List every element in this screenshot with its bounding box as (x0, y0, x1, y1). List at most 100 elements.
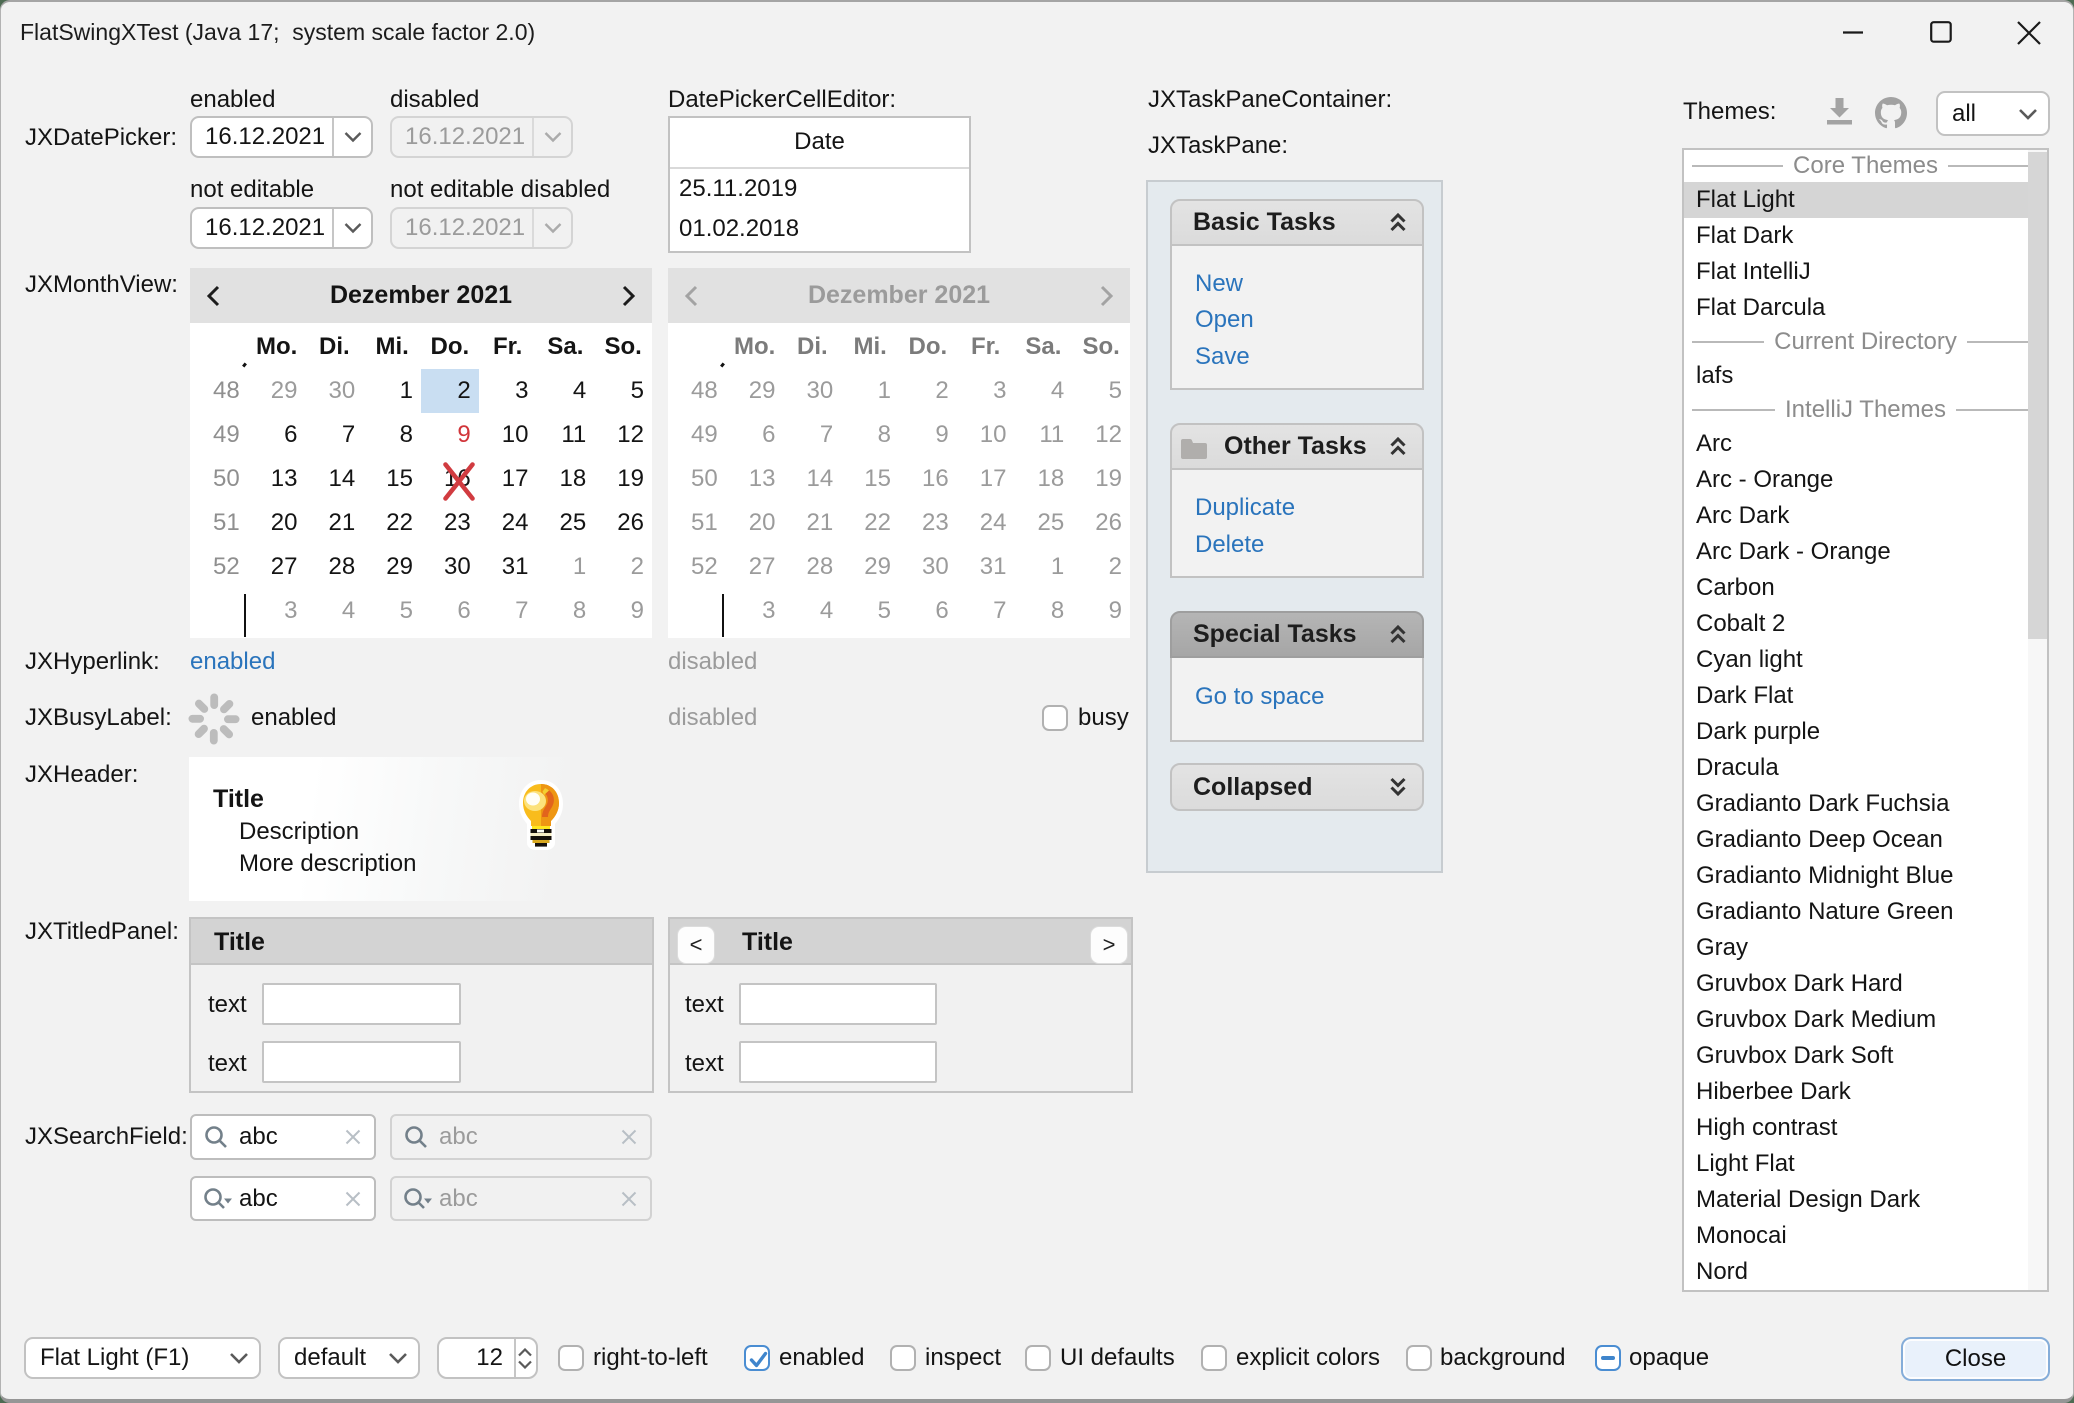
taskpane-header[interactable]: Special Tasks (1170, 611, 1424, 658)
theme-item-arc-dark---orange[interactable]: Arc Dark - Orange (1684, 534, 2047, 570)
minimize-button[interactable] (1842, 22, 1864, 44)
theme-item-light-flat[interactable]: Light Flat (1684, 1146, 2047, 1182)
checkbox-label-inspect[interactable]: inspect (925, 1343, 1001, 1373)
day-cell[interactable]: 7 (479, 589, 537, 633)
day-cell[interactable]: 16 (421, 457, 479, 501)
monthview-grid[interactable]: 4829301234549678910111250131415161718195… (190, 369, 652, 633)
day-cell[interactable]: 14 (306, 457, 364, 501)
chevron-down-icon[interactable] (344, 132, 362, 143)
taskpane-link-open[interactable]: Open (1195, 305, 1254, 335)
theme-item-flat-darcula[interactable]: Flat Darcula (1684, 290, 2047, 326)
day-cell[interactable]: 21 (306, 501, 364, 545)
taskpane-link-new[interactable]: New (1195, 269, 1243, 299)
day-cell[interactable]: 1 (363, 369, 421, 413)
checkbox-label-explicit-colors[interactable]: explicit colors (1236, 1343, 1380, 1373)
maximize-button[interactable] (1930, 21, 1952, 43)
themes-list[interactable]: Core ThemesFlat LightFlat DarkFlat Intel… (1682, 148, 2049, 1292)
day-cell[interactable]: 29 (363, 545, 421, 589)
theme-item-dracula[interactable]: Dracula (1684, 750, 2047, 786)
day-cell[interactable]: 15 (363, 457, 421, 501)
taskpane-header[interactable]: Basic Tasks (1170, 199, 1424, 246)
themes-filter-combo[interactable]: all (1936, 91, 2050, 136)
theme-item-flat-light[interactable]: Flat Light (1684, 182, 2047, 218)
chevron-right-icon[interactable] (622, 285, 636, 307)
clear-icon[interactable] (345, 1191, 361, 1207)
font-combo[interactable]: default (278, 1337, 420, 1379)
day-cell[interactable]: 5 (363, 589, 421, 633)
search-menu-icon[interactable] (203, 1186, 233, 1212)
taskpane-link-go-to-space[interactable]: Go to space (1195, 682, 1324, 712)
prev-button[interactable]: < (678, 927, 714, 963)
theme-item-gradianto-deep-ocean[interactable]: Gradianto Deep Ocean (1684, 822, 2047, 858)
searchfield-menu-enabled[interactable]: abc (190, 1176, 376, 1221)
theme-item-gruvbox-dark-hard[interactable]: Gruvbox Dark Hard (1684, 966, 2047, 1002)
checkbox-label-background[interactable]: background (1440, 1343, 1565, 1373)
day-cell[interactable]: 6 (248, 413, 306, 457)
day-cell[interactable]: 22 (363, 501, 421, 545)
day-cell[interactable]: 1 (537, 545, 595, 589)
day-cell[interactable]: 6 (421, 589, 479, 633)
day-cell[interactable]: 5 (594, 369, 652, 413)
day-cell[interactable]: 8 (363, 413, 421, 457)
day-cell[interactable]: 23 (421, 501, 479, 545)
searchfield-enabled[interactable]: abc (190, 1114, 376, 1160)
clear-icon[interactable] (345, 1129, 361, 1145)
datepicker-noteditable[interactable]: 16.12.2021 (190, 207, 373, 249)
table-row[interactable]: 25.11.2019 (679, 169, 797, 209)
day-cell[interactable]: 2 (421, 369, 479, 413)
busy-checkbox-label[interactable]: busy (1078, 703, 1129, 733)
github-icon[interactable] (1875, 97, 1907, 129)
day-cell[interactable]: 4 (306, 589, 364, 633)
datepicker-cell-editor-table[interactable]: Date 25.11.2019 01.02.2018 (668, 116, 971, 253)
theme-item-gruvbox-dark-medium[interactable]: Gruvbox Dark Medium (1684, 1002, 2047, 1038)
text-input[interactable] (262, 983, 461, 1025)
busy-checkbox[interactable] (1042, 705, 1068, 731)
theme-item-monocai[interactable]: Monocai (1684, 1218, 2047, 1254)
day-cell[interactable]: 29 (248, 369, 306, 413)
download-icon[interactable] (1826, 98, 1853, 126)
theme-item-material-design-dark[interactable]: Material Design Dark (1684, 1182, 2047, 1218)
checkbox-label-right-to-left[interactable]: right-to-left (593, 1343, 708, 1373)
day-cell[interactable]: 28 (306, 545, 364, 589)
theme-item-cyan-light[interactable]: Cyan light (1684, 642, 2047, 678)
themes-scrollbar[interactable] (2028, 150, 2047, 1290)
spinner-down-icon[interactable] (517, 1360, 533, 1369)
day-cell[interactable]: 3 (479, 369, 537, 413)
checkbox-label-opaque[interactable]: opaque (1629, 1343, 1709, 1373)
checkbox-right-to-left[interactable] (558, 1345, 584, 1371)
theme-item-hiberbee-dark[interactable]: Hiberbee Dark (1684, 1074, 2047, 1110)
taskpane-link-save[interactable]: Save (1195, 342, 1250, 372)
taskpane-header[interactable]: Collapsed (1170, 763, 1424, 811)
close-button[interactable] (2016, 20, 2042, 46)
next-button[interactable]: > (1091, 927, 1127, 963)
theme-item-arc---orange[interactable]: Arc - Orange (1684, 462, 2047, 498)
theme-item-arc[interactable]: Arc (1684, 426, 2047, 462)
searchfield-value[interactable]: abc (239, 1185, 278, 1213)
monthview-enabled[interactable]: Dezember 2021 Mo.Di.Mi.Do.Fr.Sa.So. 4829… (190, 268, 652, 638)
scrollbar-thumb[interactable] (2028, 152, 2047, 639)
collapse-icon[interactable] (1390, 625, 1406, 645)
theme-item-lafs[interactable]: lafs (1684, 358, 2047, 394)
theme-item-dark-flat[interactable]: Dark Flat (1684, 678, 2047, 714)
theme-item-dark-purple[interactable]: Dark purple (1684, 714, 2047, 750)
theme-item-arc-dark[interactable]: Arc Dark (1684, 498, 2047, 534)
expand-icon[interactable] (1390, 777, 1406, 797)
day-cell[interactable]: 25 (537, 501, 595, 545)
day-cell[interactable]: 26 (594, 501, 652, 545)
day-cell[interactable]: 18 (537, 457, 595, 501)
text-input[interactable] (262, 1041, 461, 1083)
checkbox-inspect[interactable] (890, 1345, 916, 1371)
table-row[interactable]: 01.02.2018 (679, 209, 799, 249)
theme-item-gruvbox-dark-soft[interactable]: Gruvbox Dark Soft (1684, 1038, 2047, 1074)
chevron-down-icon[interactable] (344, 223, 362, 234)
day-cell[interactable]: 11 (537, 413, 595, 457)
collapse-icon[interactable] (1390, 437, 1406, 457)
day-cell[interactable]: 20 (248, 501, 306, 545)
close-dialog-button[interactable]: Close (1901, 1337, 2050, 1381)
text-input[interactable] (739, 1041, 937, 1083)
checkbox-opaque[interactable] (1595, 1345, 1621, 1371)
checkbox-explicit-colors[interactable] (1201, 1345, 1227, 1371)
laf-combo[interactable]: Flat Light (F1) (24, 1337, 261, 1379)
day-cell[interactable]: 7 (306, 413, 364, 457)
theme-item-gray[interactable]: Gray (1684, 930, 2047, 966)
